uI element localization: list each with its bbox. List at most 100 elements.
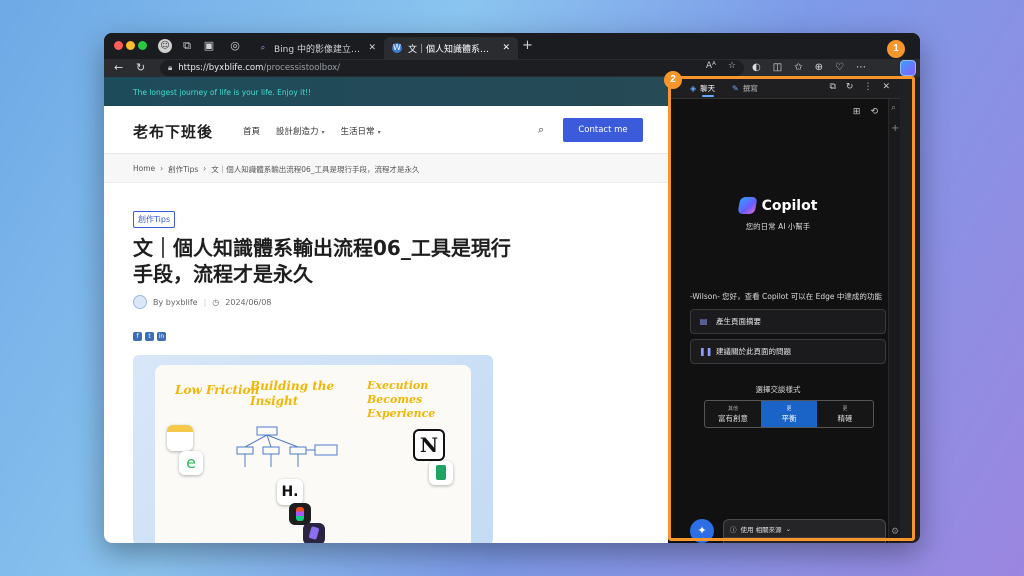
tab-title: Bing 中的影像建立工具 (274, 44, 363, 55)
browser-toolbar: ← ↻ 🔒︎ https://byxblife.com/processistoo… (104, 59, 920, 77)
copilot-toolbar-icon[interactable] (900, 60, 916, 76)
chevron-down-icon: ▾ (321, 129, 325, 136)
tab-chat[interactable]: ◈ 聊天 (690, 83, 716, 97)
profile-avatar-icon[interactable]: ☺ (158, 39, 172, 53)
twitter-icon[interactable]: t (145, 332, 154, 341)
mode-label: 富有創意 (718, 413, 748, 423)
tab-bing-image-creator[interactable]: ⌕ Bing 中的影像建立工具 ✕ (250, 37, 384, 59)
minimize-window-button[interactable] (126, 41, 135, 50)
flowchart-sketch (236, 426, 338, 467)
mode-balanced[interactable]: 更 平衡 (761, 401, 817, 427)
workspaces-icon[interactable]: ⧉ (180, 39, 194, 53)
sheets-icon (429, 461, 453, 485)
extension-icon[interactable]: ◐ (752, 61, 761, 75)
source-label: 使用 相關來源 (740, 526, 782, 534)
new-tab-icon[interactable]: + (522, 39, 533, 53)
tab-label: 撰寫 (742, 84, 758, 93)
collections-tab-icon[interactable]: ◎ (228, 39, 242, 53)
figma-icon (289, 503, 311, 525)
step-badge-2: 2 (664, 71, 682, 89)
more-options-icon[interactable]: ⋮ (863, 82, 872, 92)
share-buttons: f t in (133, 332, 166, 341)
source-selector[interactable]: ⓘ 使用 相關來源 ⌄ (730, 524, 791, 534)
breadcrumb-category[interactable]: 創作Tips (168, 164, 198, 182)
url-host: https://byxblife.com (178, 63, 264, 73)
tab-label: 聊天 (700, 84, 716, 93)
search-icon[interactable]: ⌕ (891, 103, 896, 113)
suggestion-page-summary[interactable]: ▤ 產生頁面摘要 (690, 309, 886, 334)
tab-actions-icon[interactable]: ▣ (202, 39, 216, 53)
collections-icon[interactable]: ⊕ (815, 61, 823, 75)
books-icon: ❚❚ (699, 347, 713, 356)
more-menu-icon[interactable]: ⋯ (856, 61, 866, 75)
nav-item-design[interactable]: 設計創造力 ▾ (276, 125, 325, 137)
side-panel-rail: ⌕ + ⚙ (888, 99, 900, 543)
facebook-icon[interactable]: f (133, 332, 142, 341)
breadcrumb-current: 文｜個人知識體系輸出流程06_工具是現行手段，流程才是永久 (211, 165, 420, 174)
category-badge[interactable]: 創作Tips (133, 211, 176, 228)
history-icon[interactable]: ⟲ (870, 107, 878, 117)
hey-app-icon: H. (277, 479, 303, 505)
plugins-icon[interactable]: ⊞ (853, 107, 861, 117)
close-tab-icon[interactable]: ✕ (502, 43, 510, 53)
breadcrumb: Home › 創作Tips › 文｜個人知識體系輸出流程06_工具是現行手段，流… (104, 154, 668, 183)
favorite-star-icon[interactable]: ☆ (728, 61, 736, 71)
maximize-window-button[interactable] (138, 41, 147, 50)
address-bar[interactable]: 🔒︎ https://byxblife.com/processistoolbox… (160, 60, 744, 76)
tab-compose[interactable]: ✎ 撰寫 (732, 83, 758, 94)
chevron-down-icon: ▾ (377, 129, 381, 136)
post-author[interactable]: By byxblife (153, 298, 198, 307)
broom-icon: ✦ (697, 524, 707, 537)
close-window-button[interactable] (114, 41, 123, 50)
greeting-text: -Wilson- 您好，查看 Copilot 可以在 Edge 中達成的功能 (690, 292, 882, 301)
split-screen-icon[interactable]: ◫ (773, 61, 782, 75)
compose-icon: ✎ (732, 84, 739, 93)
mode-creative[interactable]: 其他 富有創意 (705, 401, 761, 427)
copilot-title: Copilot (761, 197, 818, 214)
favorites-icon[interactable]: ✩ (794, 61, 802, 75)
suggestion-label: 產生頁面摘要 (716, 317, 761, 326)
url-path: /processistoolbox/ (263, 63, 341, 73)
chevron-down-icon: ⌄ (785, 525, 792, 533)
post-meta: By byxblife | ◷ 2024/06/08 (133, 295, 271, 309)
document-icon: ▤ (699, 317, 708, 326)
mode-precise[interactable]: 更 精確 (817, 401, 873, 427)
suggestion-page-questions[interactable]: ❚❚ 建議關於此頁面的問題 (690, 339, 886, 364)
lock-icon[interactable]: 🔒︎ (168, 63, 172, 73)
site-header: 老布下班後 首頁 設計創造力 ▾ 生活日常 ▾ ⌕ Contact me (104, 106, 668, 154)
browser-essentials-icon[interactable]: ♡ (835, 61, 844, 75)
chat-icon: ◈ (690, 84, 697, 93)
search-icon: ⌕ (260, 43, 266, 52)
wordpress-icon: W (392, 43, 402, 53)
new-topic-button[interactable]: ✦ (690, 519, 714, 543)
close-icon[interactable]: ✕ (882, 82, 890, 92)
suggestion-label: 建議關於此頁面的問題 (716, 347, 791, 356)
conversation-style-label: 選擇交談樣式 (755, 385, 801, 394)
close-tab-icon[interactable]: ✕ (368, 43, 376, 53)
linkedin-icon[interactable]: in (157, 332, 166, 341)
web-page: The longest journey of life is your life… (104, 77, 668, 543)
refresh-icon[interactable]: ↻ (846, 82, 854, 92)
nav-item-home[interactable]: 首頁 (243, 125, 260, 137)
tab-title: 文｜個人知識體系輸出流程06_工具是現行手段，流程才是永久 (408, 44, 497, 55)
reload-icon[interactable]: ↻ (136, 61, 145, 75)
breadcrumb-separator: › (160, 164, 164, 173)
site-logo[interactable]: 老布下班後 (133, 121, 213, 142)
gear-icon[interactable]: ⚙ (891, 527, 899, 537)
read-aloud-icon[interactable]: Aᴬ (706, 61, 716, 71)
breadcrumb-home[interactable]: Home (133, 164, 155, 182)
meta-divider: | (203, 297, 207, 307)
nav-item-life[interactable]: 生活日常 ▾ (341, 125, 381, 137)
mode-prefix: 其他 (727, 405, 738, 412)
add-app-icon[interactable]: + (891, 123, 899, 134)
copilot-header: ◈ 聊天 ✎ 撰寫 ⧉ ↻ ⋮ ✕ (668, 77, 900, 99)
search-icon[interactable]: ⌕ (538, 123, 544, 137)
tab-strip: ☺ ⧉ ▣ ◎ ⌕ Bing 中的影像建立工具 ✕ W 文｜個人知識體系輸出流程… (104, 33, 920, 59)
site-nav: 首頁 設計創造力 ▾ 生活日常 ▾ (243, 125, 381, 137)
tab-current-article[interactable]: W 文｜個人知識體系輸出流程06_工具是現行手段，流程才是永久 ✕ (384, 37, 518, 59)
contact-button[interactable]: Contact me (563, 118, 643, 142)
composer-divider (724, 537, 885, 538)
chat-composer: ⓘ 使用 相關來源 ⌄ ⊡ ▭ 🎙︎ ➤ (723, 519, 886, 543)
back-arrow-icon[interactable]: ← (114, 61, 123, 75)
open-in-new-tab-icon[interactable]: ⧉ (829, 82, 835, 92)
